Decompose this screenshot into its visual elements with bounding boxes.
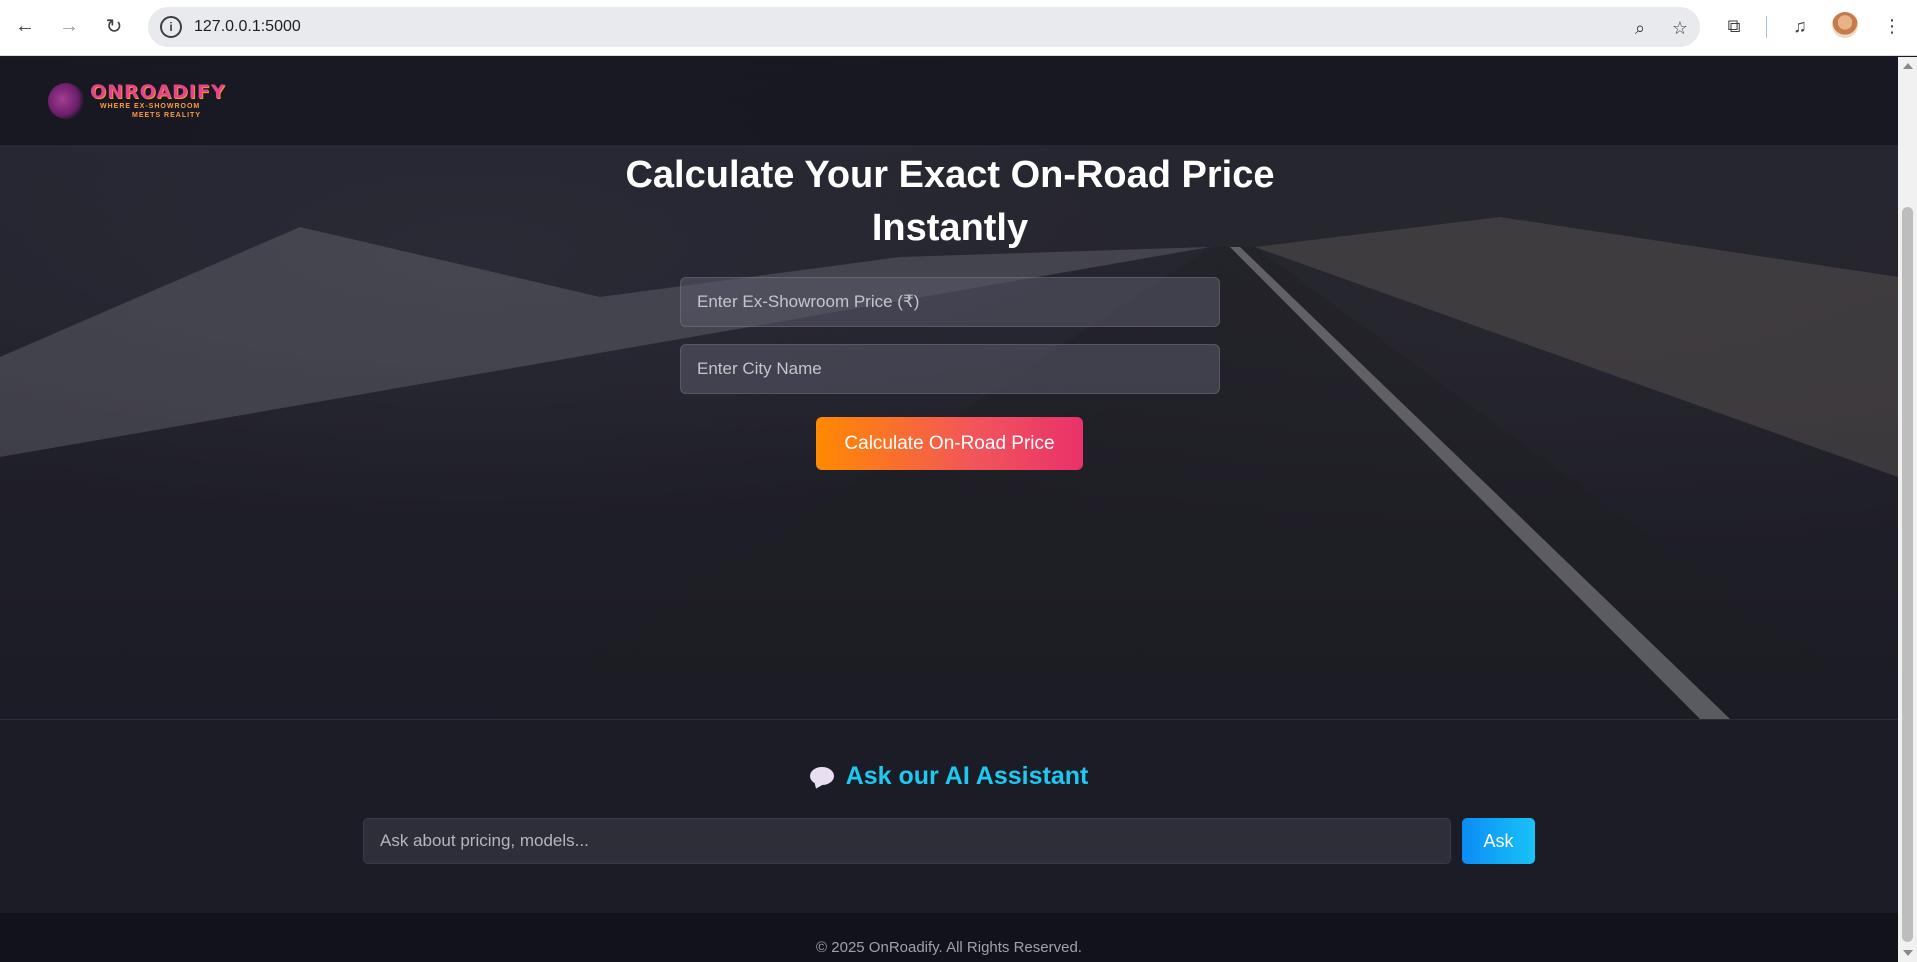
menu-kebab-icon[interactable]: ⋮ [1878, 12, 1906, 40]
logo-wordmark: ONROADIFY [90, 81, 226, 103]
profile-avatar[interactable] [1832, 12, 1858, 38]
page-scrollbar[interactable] [1898, 57, 1917, 962]
forward-icon[interactable]: → [53, 10, 85, 42]
url-text: 127.0.0.1:5000 [194, 18, 301, 35]
ai-assistant-section: Ask our AI Assistant Ask [0, 719, 1898, 913]
city-name-input[interactable] [680, 344, 1220, 394]
ex-showroom-price-input[interactable] [680, 277, 1220, 327]
zoom-icon[interactable]: ⌕ [1628, 16, 1652, 40]
bookmark-star-icon[interactable]: ☆ [1668, 16, 1692, 40]
scrollbar-thumb[interactable] [1902, 207, 1913, 942]
logo-tagline-line-2: MEETS REALITY [132, 112, 202, 119]
assistant-heading: Ask our AI Assistant [0, 762, 1898, 791]
page-viewport: ONROADIFY WHERE EX-SHOWROOM MEETS REALIT… [0, 57, 1898, 962]
onroadify-logo[interactable]: ONROADIFY WHERE EX-SHOWROOM MEETS REALIT… [44, 79, 225, 121]
calculate-button[interactable]: Calculate On-Road Price [816, 417, 1083, 470]
back-icon[interactable]: ← [9, 10, 41, 42]
ask-button[interactable]: Ask [1462, 818, 1535, 864]
scroll-down-arrow-icon[interactable] [1903, 950, 1913, 956]
extensions-icon[interactable]: ⧉ [1720, 12, 1748, 40]
assistant-question-input[interactable] [363, 818, 1451, 864]
copyright-text: © 2025 OnRoadify. All Rights Reserved. [816, 939, 1082, 956]
page-title: Calculate Your Exact On-Road Price Insta… [625, 154, 1275, 249]
toolbar-divider [1766, 16, 1767, 38]
logo-tagline-line-1: WHERE EX-SHOWROOM [100, 103, 201, 110]
reload-icon[interactable]: ↻ [98, 10, 130, 42]
site-footer: © 2025 OnRoadify. All Rights Reserved. [0, 913, 1898, 962]
site-header: ONROADIFY WHERE EX-SHOWROOM MEETS REALIT… [0, 57, 1898, 145]
address-bar[interactable]: i 127.0.0.1:5000 ⌕ ☆ [148, 7, 1700, 47]
browser-toolbar: ← → ↻ i 127.0.0.1:5000 ⌕ ☆ ⧉ ♫ ⋮ [0, 0, 1917, 56]
hero-section: ONROADIFY WHERE EX-SHOWROOM MEETS REALIT… [0, 57, 1898, 719]
assistant-title-text: Ask our AI Assistant [845, 762, 1089, 790]
media-control-icon[interactable]: ♫ [1786, 12, 1814, 40]
speech-bubble-icon [809, 767, 834, 785]
scroll-up-arrow-icon[interactable] [1903, 63, 1913, 69]
site-info-icon[interactable]: i [160, 16, 182, 38]
logo-mark-icon [48, 83, 84, 119]
